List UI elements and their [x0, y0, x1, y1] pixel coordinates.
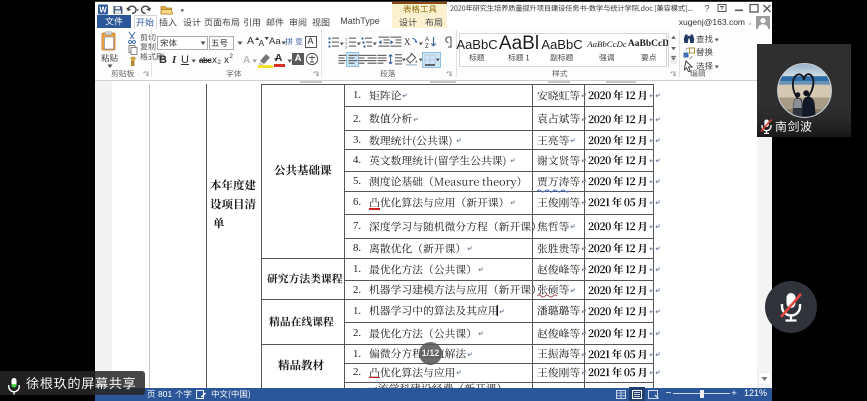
svg-text:X: X — [404, 37, 411, 47]
svg-text:3: 3 — [345, 46, 347, 50]
svg-text:A: A — [425, 37, 429, 43]
svg-text:W: W — [99, 5, 107, 14]
svg-text:Z: Z — [425, 44, 429, 49]
svg-text:?: ? — [704, 4, 709, 15]
